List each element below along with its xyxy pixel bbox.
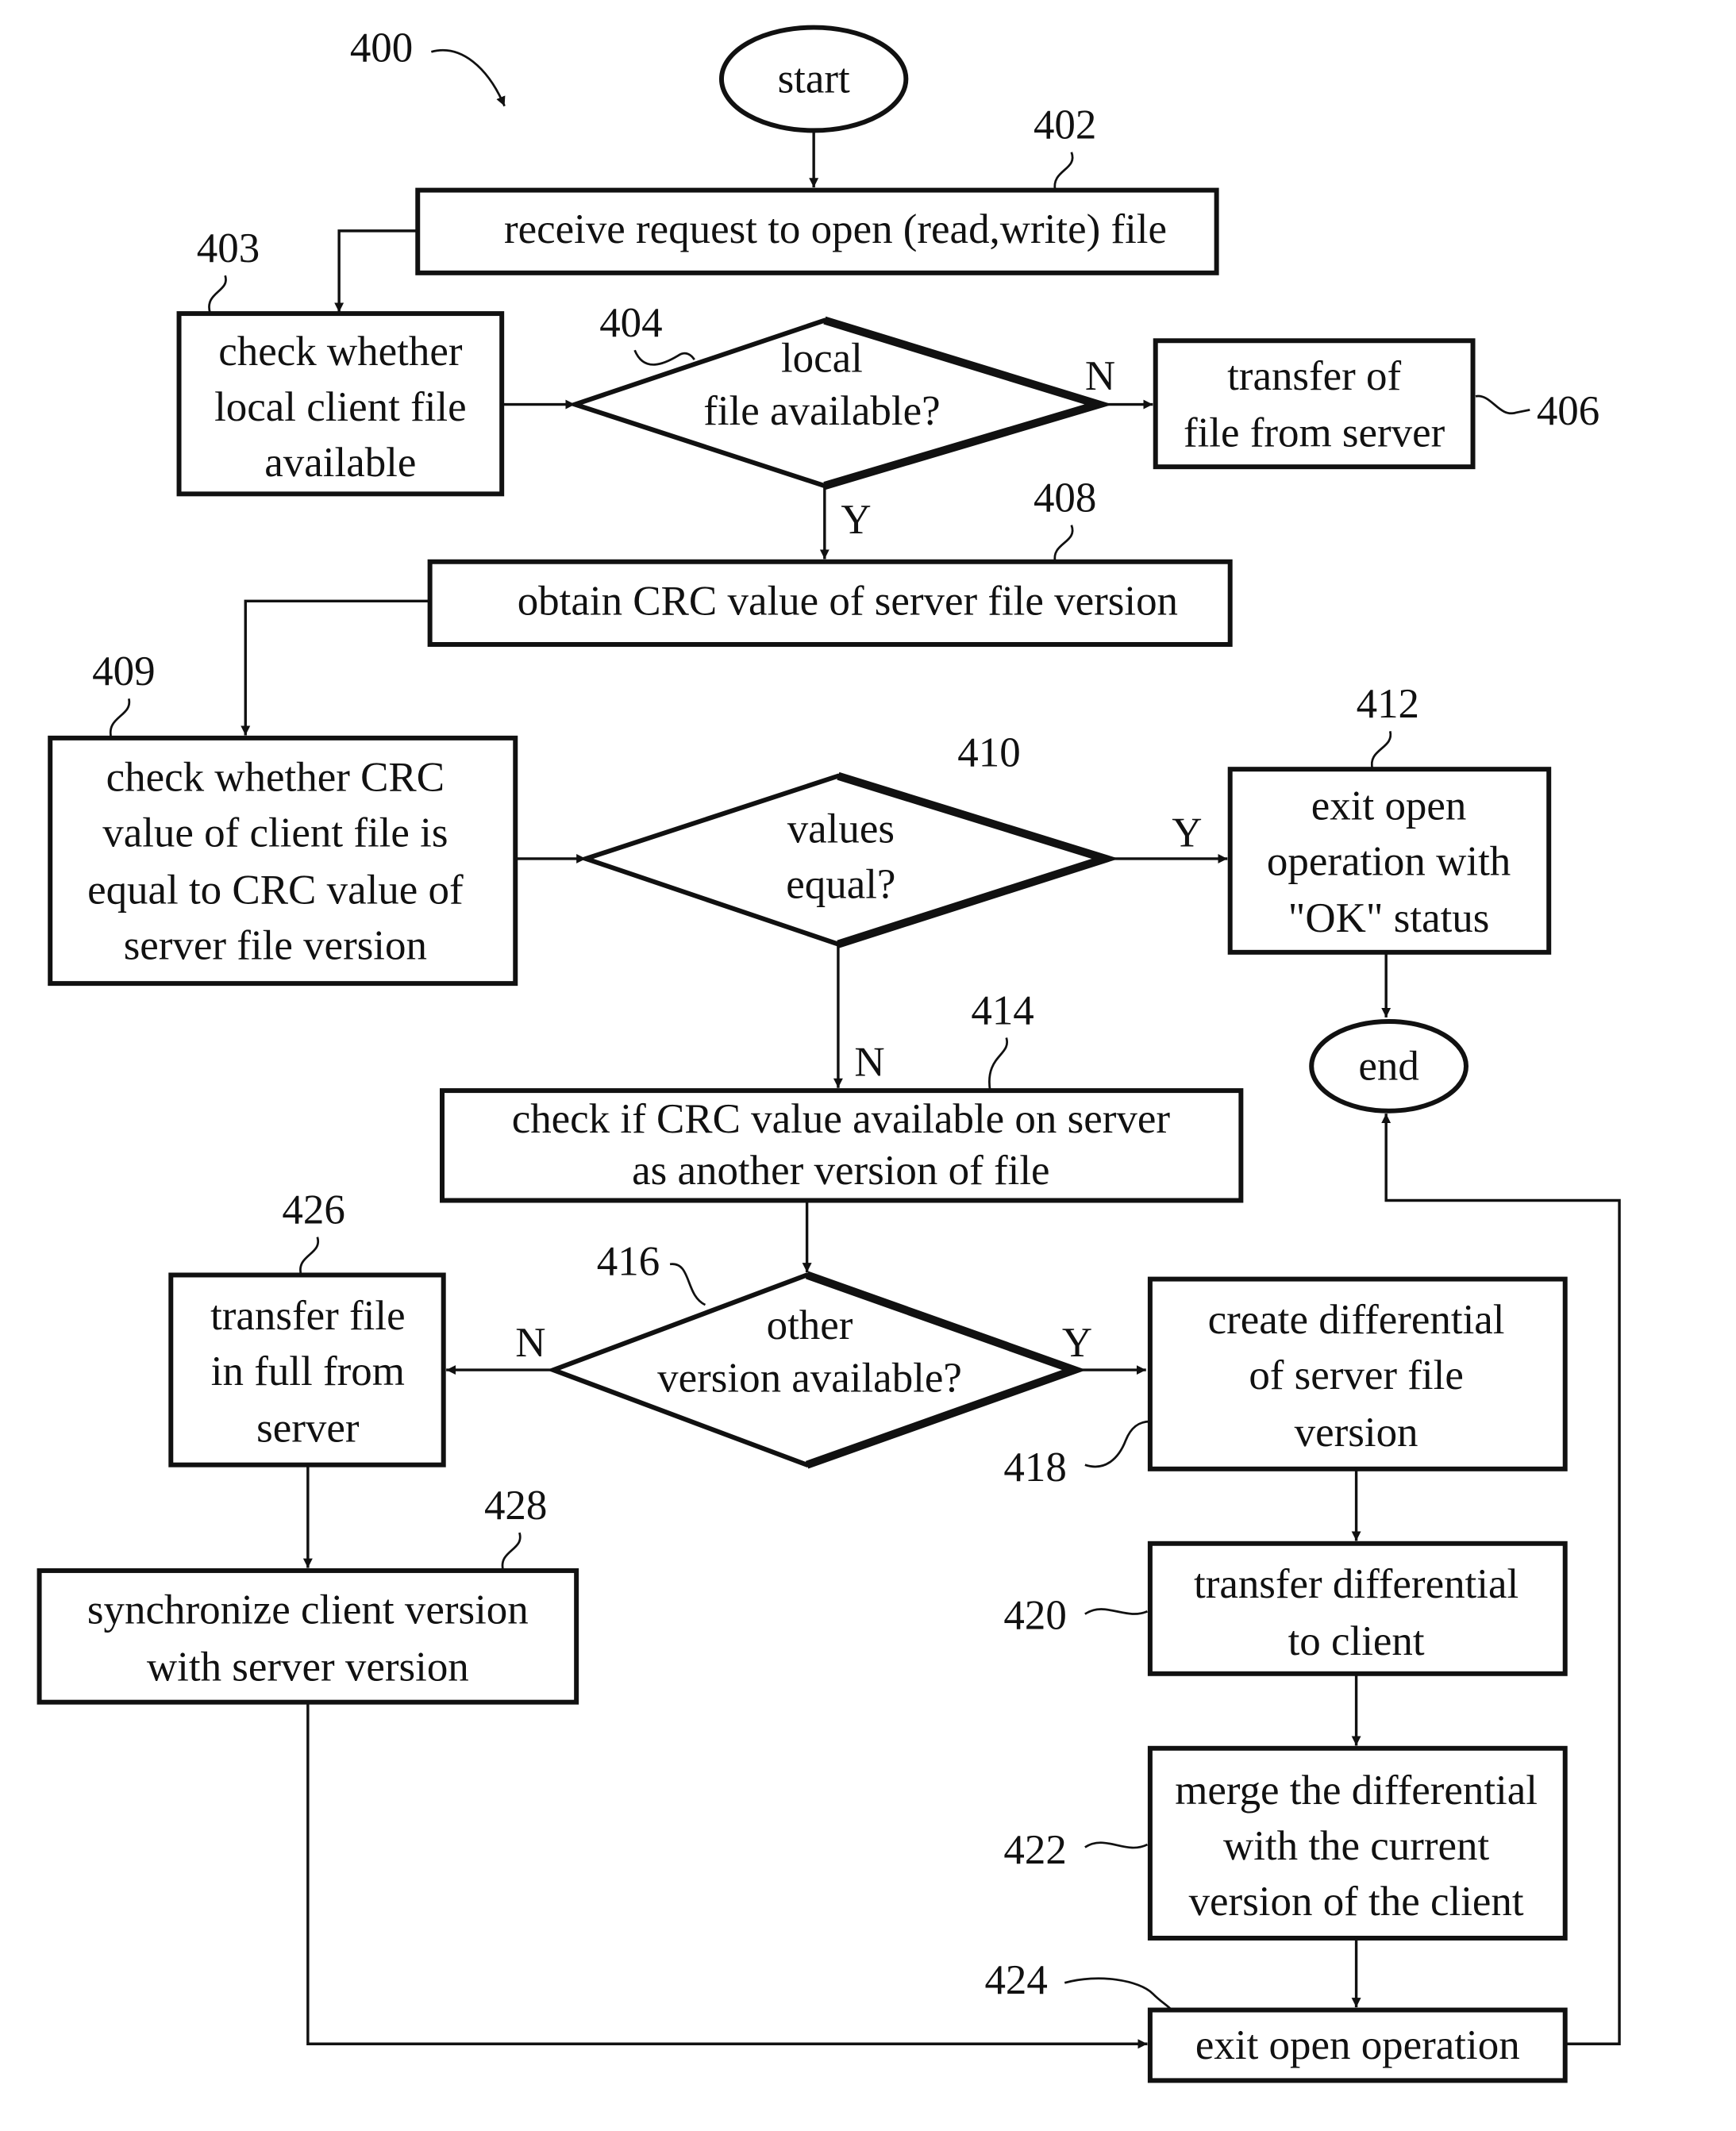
ref-426: 426 [282,1187,345,1233]
leader-424 [1064,1977,1173,2011]
decision-416: other version available? [546,1271,1087,1469]
node-409-line: value of client file is [102,810,448,856]
node-418-line: of server file [1249,1352,1464,1398]
node-422: merge the differential with the current … [1147,1745,1568,1941]
leader-426 [299,1237,320,1275]
node-424: exit open operation [1147,2007,1568,2083]
node-422-line: version of the client [1189,1879,1524,1925]
node-426: transfer file in full from server [168,1272,446,1467]
node-409-line: equal to CRC value of [87,867,464,913]
node-402: receive request to open (read,write) fil… [415,187,1219,275]
decision-410-line: values [787,806,895,852]
ref-403: 403 [197,225,260,271]
node-403: check whether local client file availabl… [176,311,505,497]
ref-409: 409 [92,648,155,694]
decision-416-line: other [767,1302,853,1348]
node-420-line: to client [1288,1618,1425,1664]
ref-406: 406 [1537,388,1599,434]
node-422-line: with the current [1223,1823,1490,1869]
leader-402 [1053,152,1074,190]
edge-label-416-yes: Y [1062,1320,1092,1366]
leader-406 [1475,394,1530,415]
node-418-line: create differential [1208,1297,1505,1343]
edge-408-409 [241,599,430,736]
ref-410: 410 [957,730,1020,776]
node-422-line: merge the differential [1175,1767,1538,1814]
decision-404-line: file available? [703,388,940,434]
flowchart: 400 start receive request to open (read,… [37,25,1621,2083]
node-428-line: with server version [147,1644,469,1690]
node-402-text: receive request to open (read,write) fil… [504,206,1167,252]
node-412: exit open operation with "OK" status [1227,767,1552,955]
node-408-text: obtain CRC value of server file version [518,578,1178,624]
node-426-line: server [256,1406,360,1452]
edge-label-404-no: N [1085,353,1115,399]
node-409: check whether CRC value of client file i… [48,735,518,987]
decision-416-line: version available? [657,1355,962,1401]
edge-label-410-no: N [854,1039,884,1085]
leader-404 [633,349,695,366]
node-420: transfer differential to client [1147,1541,1568,1676]
node-406-line: file from server [1184,410,1445,456]
end-label: end [1358,1043,1418,1089]
node-418-line: version [1295,1410,1418,1456]
ref-414: 414 [971,987,1034,1033]
node-406-line: transfer of [1227,353,1401,399]
edge-label-410-yes: Y [1172,810,1202,856]
node-418: create differential of server file versi… [1147,1276,1568,1471]
decision-404-line: local [781,336,863,382]
start-label: start [778,56,850,102]
ref-418: 418 [1003,1444,1066,1491]
ref-408: 408 [1034,475,1096,521]
leader-418 [1084,1420,1150,1468]
figure-ref-arrow [430,49,506,107]
ref-428: 428 [484,1483,547,1529]
node-420-line: transfer differential [1194,1561,1519,1607]
node-414-line: as another version of file [632,1148,1049,1194]
edge-402-403 [334,229,418,313]
ref-422: 422 [1003,1827,1066,1873]
leader-414 [988,1037,1009,1091]
start-terminal: start [718,25,909,133]
node-403-line: available [264,440,416,486]
node-412-line: operation with [1267,838,1511,884]
edge-label-404-yes: Y [841,497,871,543]
node-414-line: check if CRC value available on server [512,1096,1171,1142]
ref-420: 420 [1003,1592,1066,1638]
node-408: obtain CRC value of server file version [427,559,1233,647]
node-426-line: transfer file [210,1293,406,1339]
leader-403 [208,275,227,314]
node-412-line: exit open [1311,783,1467,829]
node-409-line: server file version [124,922,427,968]
decision-410: values equal? [578,771,1119,948]
node-412-line: "OK" status [1288,895,1490,941]
leader-409 [109,698,131,739]
ref-424: 424 [984,1957,1047,2003]
node-403-line: local client file [214,384,467,430]
leader-408 [1053,525,1074,563]
leader-412 [1370,731,1392,770]
node-414: check if CRC value available on server a… [440,1088,1244,1203]
leader-428 [501,1532,522,1571]
node-424-text: exit open operation [1195,2022,1520,2068]
leader-420 [1084,1608,1149,1615]
ref-416: 416 [597,1238,660,1284]
ref-404: 404 [599,300,662,346]
edge-label-416-no: N [515,1320,545,1366]
node-403-line: check whether [218,329,463,375]
ref-412: 412 [1357,681,1419,727]
figure-ref: 400 [350,25,413,71]
leader-416 [669,1263,706,1306]
end-terminal: end [1309,1018,1468,1114]
node-428: synchronize client version with server v… [37,1567,579,1705]
node-426-line: in full from [211,1348,405,1394]
ref-402: 402 [1034,102,1096,148]
node-428-line: synchronize client version [87,1587,529,1633]
leader-422 [1084,1841,1149,1849]
node-409-line: check whether CRC [106,755,445,801]
decision-410-line: equal? [786,861,895,907]
node-406: transfer of file from server [1153,338,1476,470]
